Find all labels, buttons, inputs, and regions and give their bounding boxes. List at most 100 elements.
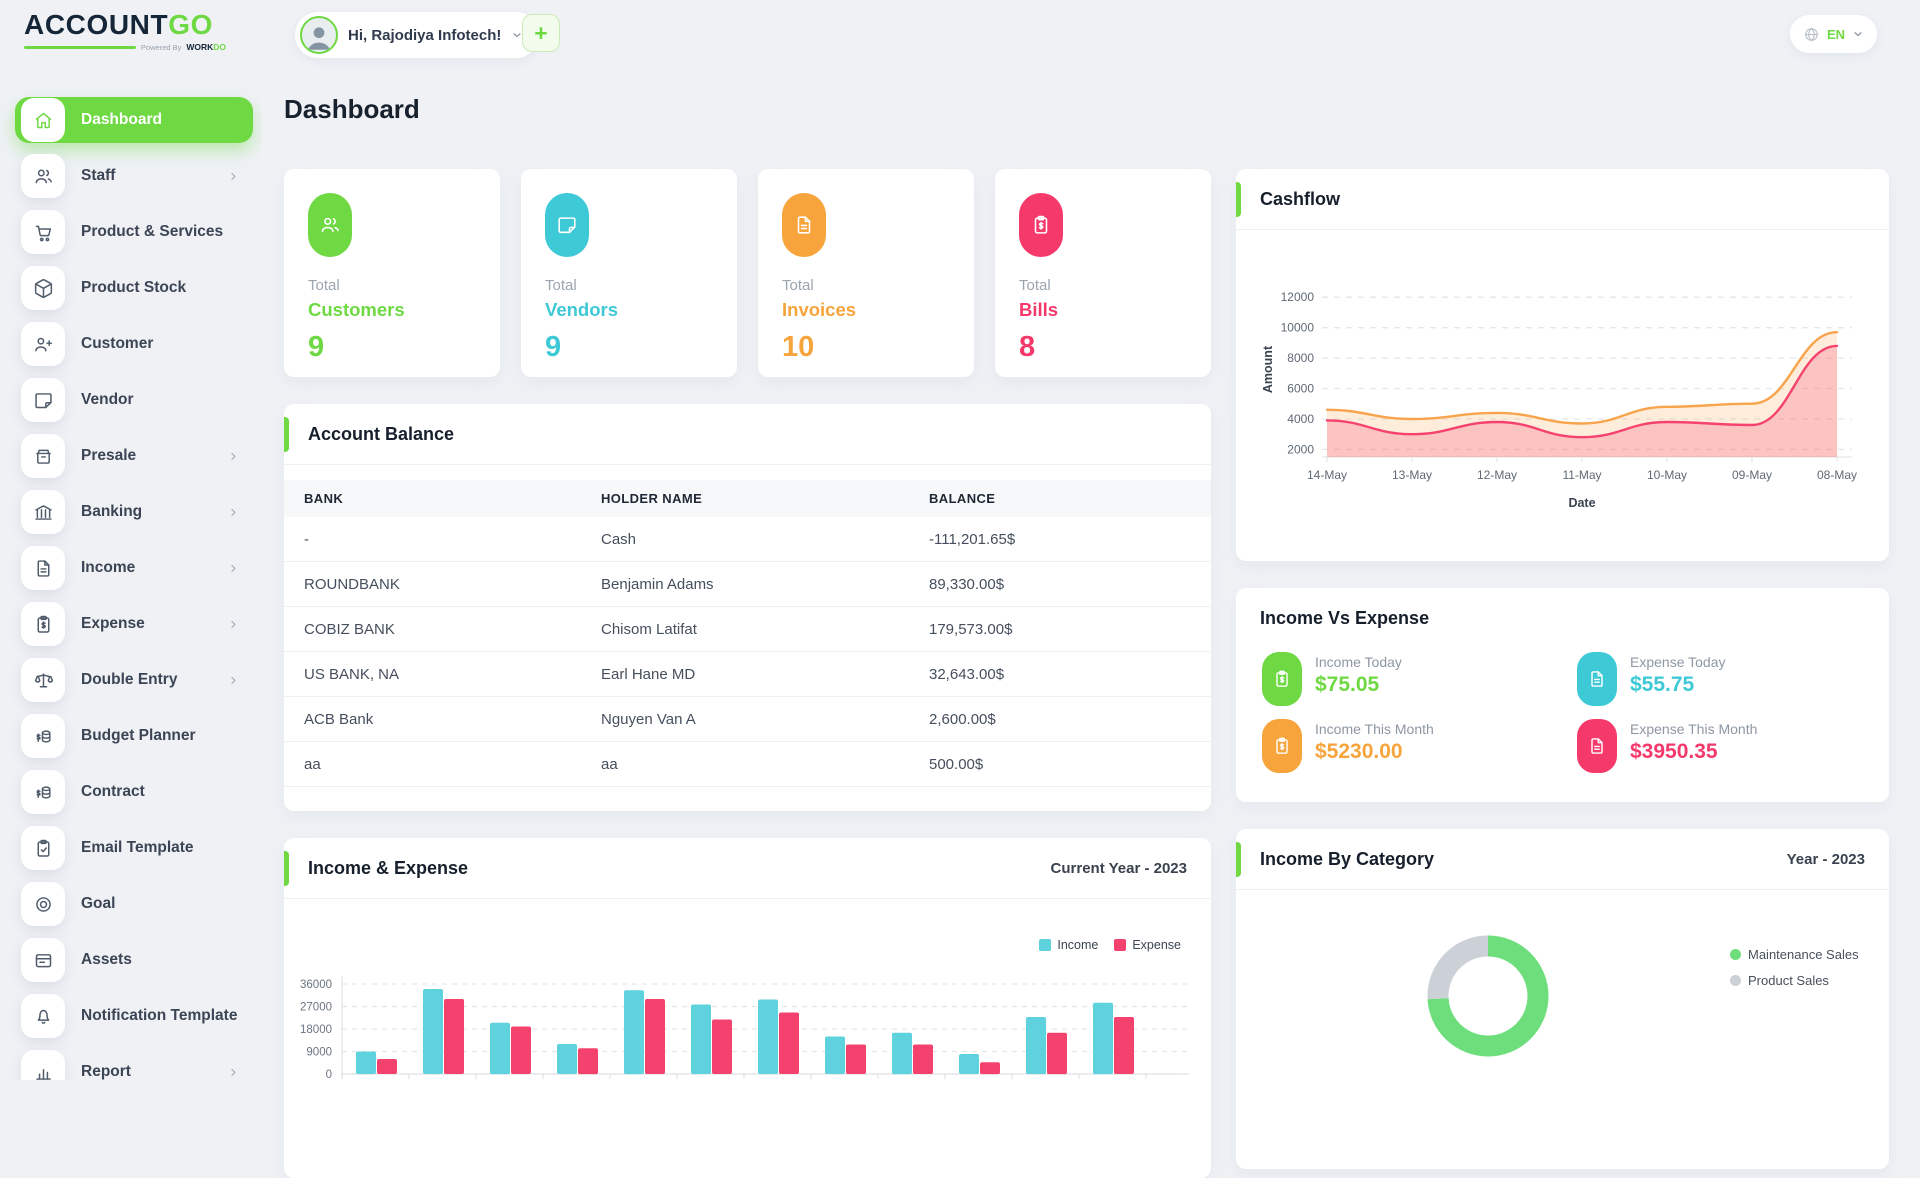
file-text-icon: [1587, 669, 1607, 689]
sidebar-item-dashboard[interactable]: Dashboard: [15, 97, 253, 143]
clipboard-dollar-icon: [1272, 736, 1292, 756]
legend-item-expense[interactable]: Expense: [1114, 938, 1181, 952]
cell-bank: aa: [304, 756, 601, 773]
stat-value: 10: [782, 331, 950, 364]
legend-label: Product Sales: [1748, 973, 1829, 988]
sidebar-item-assets[interactable]: Assets: [15, 937, 253, 983]
sidebar-item-staff[interactable]: Staff: [15, 153, 253, 199]
svg-text:Date: Date: [1568, 496, 1595, 510]
note-icon: [33, 390, 54, 411]
account-balance-panel: Account Balance BANKHOLDER NAMEBALANCE -…: [284, 404, 1211, 811]
sidebar-item-notification-template[interactable]: Notification Template: [15, 993, 253, 1039]
users-icon: [319, 214, 341, 236]
income-by-category-panel: Income By Category Year - 2023 Maintenan…: [1236, 829, 1889, 1169]
user-plus-icon: [33, 334, 54, 355]
table-row: aa aa 500.00$: [284, 742, 1211, 787]
clipboard-dollar-icon: [1272, 669, 1292, 689]
sidebar-item-vendor[interactable]: Vendor: [15, 377, 253, 423]
add-button[interactable]: +: [522, 14, 560, 52]
sidebar-item-contract[interactable]: Contract: [15, 769, 253, 815]
cell-bank: US BANK, NA: [304, 666, 601, 683]
table-row: ROUNDBANK Benjamin Adams 89,330.00$: [284, 562, 1211, 607]
sidebar-item-report[interactable]: Report: [15, 1049, 253, 1080]
sidebar-item-label: Contract: [81, 783, 145, 801]
panel-accent: [284, 417, 289, 452]
svg-text:27000: 27000: [300, 1002, 332, 1014]
sidebar-item-goal[interactable]: Goal: [15, 881, 253, 927]
svg-text:13-May: 13-May: [1392, 468, 1432, 482]
stat-value: 9: [545, 331, 713, 364]
svg-text:8000: 8000: [1287, 351, 1314, 365]
globe-icon: [1803, 26, 1820, 43]
sidebar-item-label: Presale: [81, 447, 136, 465]
clipboard-dollar-icon: [1030, 214, 1052, 236]
table-row: ACB Bank Nguyen Van A 2,600.00$: [284, 697, 1211, 742]
chevron-right-icon: [228, 563, 239, 574]
sidebar-item-email-template[interactable]: Email Template: [15, 825, 253, 871]
svg-text:08-May: 08-May: [1817, 468, 1857, 482]
chevron-right-icon: [228, 451, 239, 462]
chevron-right-icon: [228, 675, 239, 686]
legend-item-product-sales[interactable]: Product Sales: [1730, 973, 1859, 988]
clipboard-check-icon: [33, 838, 54, 859]
sidebar-item-label: Notification Template: [81, 1007, 237, 1025]
sidebar-item-expense[interactable]: Expense: [15, 601, 253, 647]
tile-amount: $55.75: [1630, 673, 1725, 697]
cashflow-panel: Cashflow 2000400060008000100001200014-Ma…: [1236, 169, 1889, 561]
tile-label: Expense Today: [1630, 654, 1725, 670]
legend-item-maintenance-sales[interactable]: Maintenance Sales: [1730, 947, 1859, 962]
sidebar-item-income[interactable]: Income: [15, 545, 253, 591]
plus-icon: +: [534, 22, 547, 45]
legend-label: Maintenance Sales: [1748, 947, 1859, 962]
stat-card-invoices: Total Invoices 10: [758, 169, 974, 377]
sidebar-item-product-services[interactable]: Product & Services: [15, 209, 253, 255]
sidebar-item-label: Report: [81, 1063, 131, 1080]
archive-icon: [33, 446, 54, 467]
home-icon: [33, 110, 54, 131]
chevron-right-icon: [228, 1067, 239, 1078]
chevron-right-icon: [228, 507, 239, 518]
svg-text:6000: 6000: [1287, 382, 1314, 396]
sidebar-item-budget-planner[interactable]: Budget Planner: [15, 713, 253, 759]
sidebar-item-label: Dashboard: [81, 111, 162, 129]
sidebar-item-presale[interactable]: Presale: [15, 433, 253, 479]
income-vs-expense-panel: Income Vs Expense Income Today $75.05 Ex…: [1236, 588, 1889, 802]
income-by-category-chart: [1403, 911, 1573, 1081]
sidebar-item-product-stock[interactable]: Product Stock: [15, 265, 253, 311]
cell-holder-name: Benjamin Adams: [601, 576, 929, 593]
tile-label: Expense This Month: [1630, 721, 1757, 737]
stat-label: Bills: [1019, 299, 1187, 321]
user-menu[interactable]: Hi, Rajodiya Infotech!: [295, 12, 539, 58]
stat-cards: Total Customers 9 Total Vendors 9 Total …: [284, 169, 1211, 377]
stat-label: Customers: [308, 299, 476, 321]
cell-holder-name: Chisom Latifat: [601, 621, 929, 638]
sidebar-item-label: Email Template: [81, 839, 194, 857]
chart-legend: Income Expense: [1039, 938, 1181, 952]
sidebar-item-customer[interactable]: Customer: [15, 321, 253, 367]
sidebar-item-label: Vendor: [81, 391, 134, 409]
svg-text:Amount: Amount: [1261, 345, 1275, 393]
avatar: [300, 16, 338, 54]
stat-card-vendors: Total Vendors 9: [521, 169, 737, 377]
cell-balance: 500.00$: [929, 756, 1191, 773]
logo-text: ACCOUNTGO: [24, 10, 226, 40]
sidebar-item-label: Staff: [81, 167, 115, 185]
stat-card-customers: Total Customers 9: [284, 169, 500, 377]
cell-balance: 2,600.00$: [929, 711, 1191, 728]
summary-tile-expense-today: Expense Today $55.75: [1577, 652, 1873, 706]
person-icon: [302, 20, 336, 54]
tile-amount: $75.05: [1315, 673, 1402, 697]
panel-period: Year - 2023: [1787, 851, 1865, 868]
tile-amount: $5230.00: [1315, 740, 1434, 764]
sidebar-item-banking[interactable]: Banking: [15, 489, 253, 535]
cell-bank: -: [304, 531, 601, 548]
language-selector[interactable]: EN: [1790, 15, 1877, 53]
panel-accent: [1236, 842, 1241, 877]
logo[interactable]: ACCOUNTGO Powered By WORKDO: [24, 10, 226, 52]
stat-label: Invoices: [782, 299, 950, 321]
sidebar-item-double-entry[interactable]: Double Entry: [15, 657, 253, 703]
legend-item-income[interactable]: Income: [1039, 938, 1098, 952]
file-text-icon: [793, 214, 815, 236]
table-row: - Cash -111,201.65$: [284, 517, 1211, 562]
cell-holder-name: aa: [601, 756, 929, 773]
